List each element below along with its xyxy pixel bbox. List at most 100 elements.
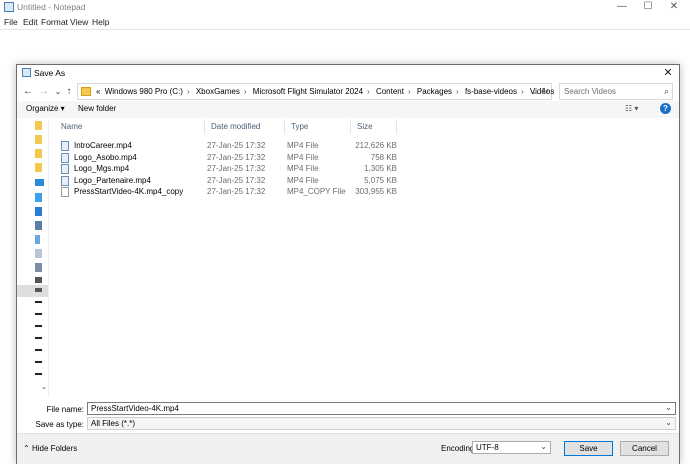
scroll-down-icon[interactable]: ⌄: [41, 383, 47, 391]
file-size: 758 KB: [370, 153, 397, 162]
notepad-title: Untitled - Notepad: [17, 2, 86, 12]
breadcrumb-fs-base-videos[interactable]: fs-base-videos: [465, 87, 517, 96]
drive-icon[interactable]: [35, 337, 42, 339]
navigation-pane: ⌄: [17, 119, 49, 397]
file-date: 27-Jan-25 17:32: [207, 141, 266, 150]
generic-file-icon: [61, 187, 69, 197]
save-type-select[interactable]: All Files (*.*) ⌄: [87, 417, 676, 430]
search-input[interactable]: Search Videos ⌕: [559, 83, 673, 100]
dialog-icon: [22, 68, 31, 77]
drive-icon[interactable]: [35, 313, 42, 315]
file-type: MP4 File: [287, 153, 319, 162]
chevron-down-icon[interactable]: ⌄: [540, 442, 547, 451]
chevron-down-icon[interactable]: ⌄: [530, 87, 537, 96]
file-name: IntroCareer.mp4: [74, 141, 132, 150]
breadcrumb-separator[interactable]: ›: [521, 87, 524, 96]
table-row[interactable]: Logo_Partenaire.mp4 27-Jan-25 17:32 MP4 …: [61, 176, 421, 187]
nav-selected-drive[interactable]: [17, 285, 48, 297]
dialog-close-icon[interactable]: ✕: [661, 66, 675, 80]
file-type: MP4 File: [287, 176, 319, 185]
breadcrumb-content[interactable]: Content: [376, 87, 404, 96]
downloads-icon[interactable]: [35, 221, 42, 230]
monitor-icon[interactable]: [35, 179, 44, 186]
documents-icon[interactable]: [35, 207, 42, 216]
folder-icon[interactable]: [35, 149, 42, 158]
table-row[interactable]: IntroCareer.mp4 27-Jan-25 17:32 MP4 File…: [61, 141, 421, 152]
menu-file[interactable]: File: [4, 17, 18, 27]
breadcrumb-separator[interactable]: ›: [408, 87, 411, 96]
table-row[interactable]: PressStartVideo-4K.mp4_copy 27-Jan-25 17…: [61, 187, 421, 198]
cancel-button[interactable]: Cancel: [620, 441, 669, 456]
breadcrumb: « Windows 980 Pro (C:) › XboxGames › Micro…: [96, 87, 556, 96]
help-icon[interactable]: ?: [660, 103, 671, 114]
encoding-value: UTF-8: [476, 443, 499, 452]
video-file-icon: [61, 141, 69, 151]
desktop-icon[interactable]: [35, 193, 42, 202]
column-date-modified[interactable]: Date modified: [205, 119, 285, 134]
breadcrumb-overflow[interactable]: «: [96, 87, 100, 96]
column-size[interactable]: Size: [351, 119, 397, 134]
chevron-down-icon[interactable]: ⌄: [665, 403, 672, 412]
drive-icon[interactable]: [35, 373, 42, 375]
folder-icon: [81, 87, 91, 96]
drive-icon[interactable]: [35, 325, 42, 327]
column-type[interactable]: Type: [285, 119, 351, 134]
breadcrumb-separator[interactable]: ›: [244, 87, 247, 96]
drive-icon[interactable]: [35, 361, 42, 363]
back-button[interactable]: ←: [22, 85, 34, 99]
notepad-icon: [4, 2, 14, 12]
view-options-button[interactable]: ☷ ▾: [625, 104, 638, 113]
file-date: 27-Jan-25 17:32: [207, 187, 266, 196]
videos-icon[interactable]: [35, 263, 42, 272]
file-size: 303,955 KB: [355, 187, 397, 196]
forward-button[interactable]: →: [38, 85, 50, 99]
refresh-icon[interactable]: ↻: [541, 86, 549, 97]
folder-icon[interactable]: [35, 135, 42, 144]
breadcrumb-separator[interactable]: ›: [187, 87, 190, 96]
drive-icon[interactable]: [35, 349, 42, 351]
notepad-menubar: File Edit Format View Help: [0, 15, 690, 29]
drive-icon[interactable]: [35, 301, 42, 303]
file-name: Logo_Mgs.mp4: [74, 164, 130, 173]
save-button[interactable]: Save: [564, 441, 613, 456]
organize-button[interactable]: Organize ▾: [26, 104, 65, 113]
menu-format[interactable]: Format: [41, 17, 68, 27]
menu-view[interactable]: View: [70, 17, 88, 27]
file-name: Logo_Asobo.mp4: [74, 153, 137, 162]
file-size: 1,305 KB: [364, 164, 397, 173]
file-size: 5,075 KB: [364, 176, 397, 185]
folder-icon[interactable]: [35, 121, 42, 130]
chevron-down-icon[interactable]: ⌄: [665, 418, 672, 427]
folder-icon[interactable]: [35, 163, 42, 172]
music-icon[interactable]: [35, 235, 40, 244]
dialog-footer: ⌃ Hide Folders Encoding: UTF-8 ⌄ Save Ca…: [17, 433, 679, 464]
video-file-icon: [61, 164, 69, 174]
pictures-icon[interactable]: [35, 249, 42, 258]
search-placeholder: Search Videos: [564, 87, 616, 96]
minimize-button[interactable]: —: [610, 0, 634, 14]
breadcrumb-drive[interactable]: Windows 980 Pro (C:): [105, 87, 183, 96]
breadcrumb-separator[interactable]: ›: [456, 87, 459, 96]
breadcrumb-xboxgames[interactable]: XboxGames: [196, 87, 240, 96]
dialog-titlebar: Save As ✕: [17, 65, 679, 81]
up-button[interactable]: ↑: [63, 85, 75, 99]
menu-help[interactable]: Help: [92, 17, 109, 27]
breadcrumb-msfs[interactable]: Microsoft Flight Simulator 2024: [253, 87, 363, 96]
breadcrumb-packages[interactable]: Packages: [417, 87, 452, 96]
file-date: 27-Jan-25 17:32: [207, 153, 266, 162]
address-bar[interactable]: « Windows 980 Pro (C:) › XboxGames › Micro…: [77, 83, 554, 100]
table-row[interactable]: Logo_Mgs.mp4 27-Jan-25 17:32 MP4 File 1,…: [61, 164, 421, 175]
drive-icon[interactable]: [35, 277, 42, 283]
file-name-field[interactable]: PressStartVideo-4K.mp4 ⌄: [87, 402, 676, 415]
encoding-select[interactable]: UTF-8 ⌄: [472, 441, 551, 454]
close-button[interactable]: ✕: [662, 0, 686, 14]
maximize-button[interactable]: ☐: [636, 0, 660, 14]
column-name[interactable]: Name: [55, 119, 205, 134]
file-type: MP4 File: [287, 164, 319, 173]
breadcrumb-separator[interactable]: ›: [367, 87, 370, 96]
hide-folders-button[interactable]: ⌃ Hide Folders: [23, 444, 77, 453]
new-folder-button[interactable]: New folder: [78, 104, 116, 113]
menu-edit[interactable]: Edit: [23, 17, 38, 27]
table-row[interactable]: Logo_Asobo.mp4 27-Jan-25 17:32 MP4 File …: [61, 153, 421, 164]
drive-icon[interactable]: [35, 288, 42, 292]
